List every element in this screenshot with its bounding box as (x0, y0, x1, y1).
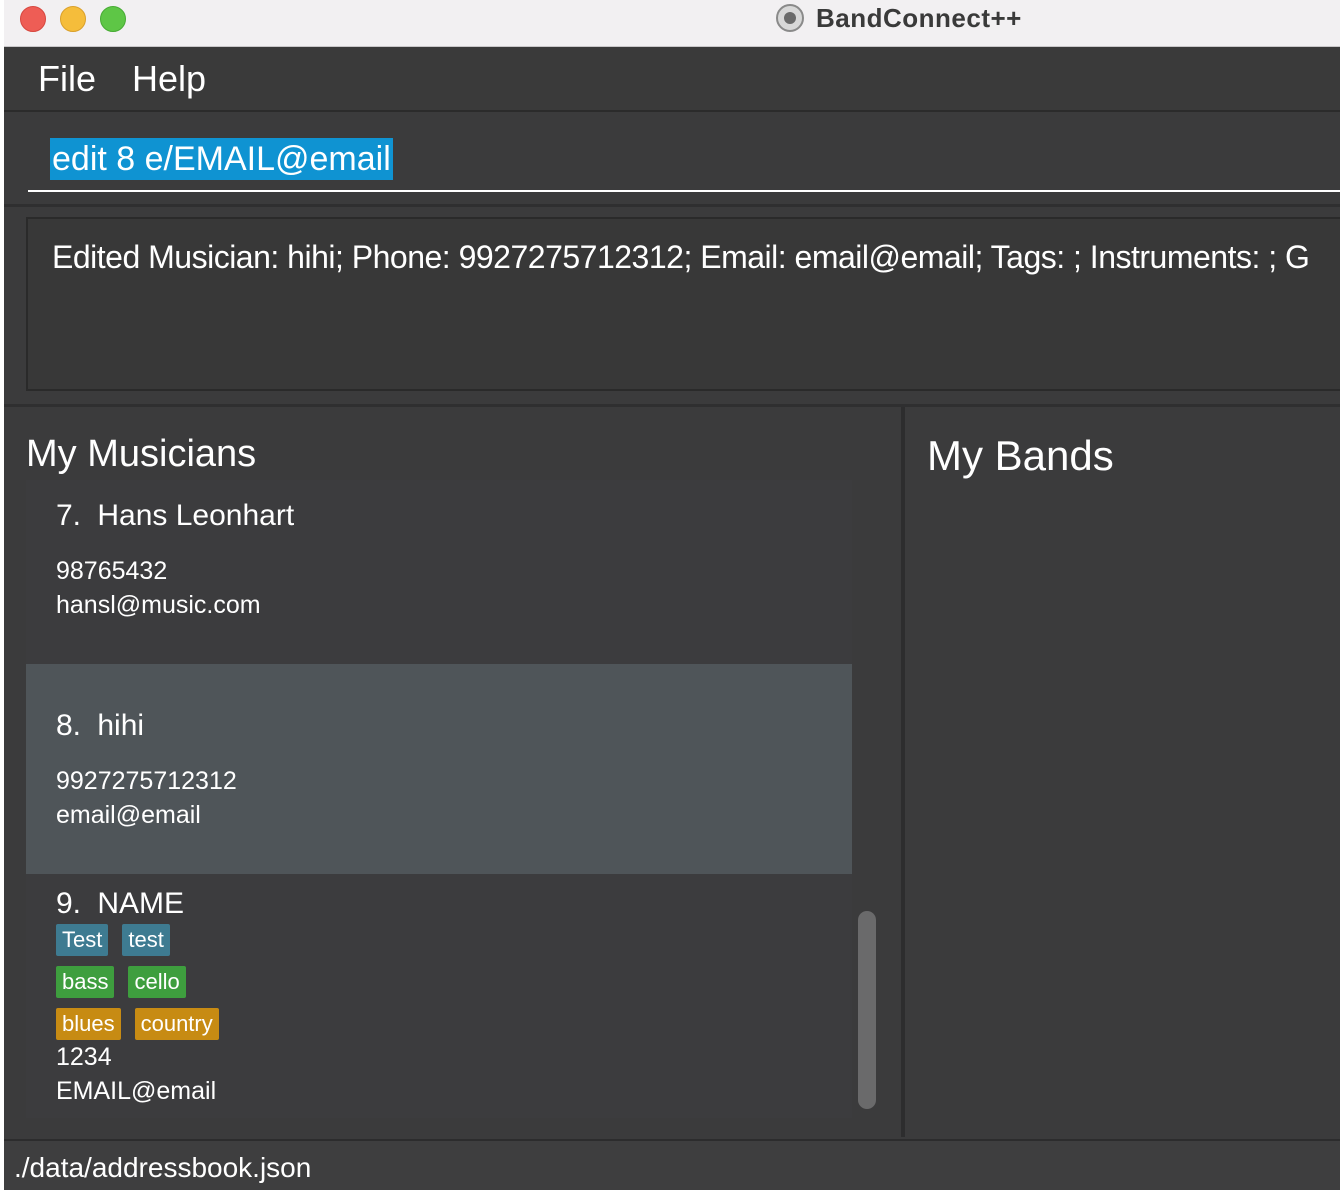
command-input-text: edit 8 e/EMAIL@email (50, 138, 393, 180)
title-bar: BandConnect++ (4, 0, 1340, 47)
result-message: Edited Musician: hihi; Phone: 9927275712… (52, 239, 1310, 275)
musician-card[interactable]: 9. NAME Test test bass cello blues count… (26, 874, 852, 1118)
command-box: edit 8 e/EMAIL@email (4, 112, 1340, 207)
musician-index: 7. (56, 499, 82, 532)
musician-list-title: My Musicians (26, 433, 257, 475)
musician-name: NAME (97, 887, 185, 920)
musician-email: email@email (56, 801, 201, 829)
maximize-window-button[interactable] (100, 6, 126, 32)
band-panel: My Bands (905, 407, 1340, 1137)
window-title: BandConnect++ (816, 2, 1022, 33)
musician-phone: 1234 (56, 1043, 112, 1071)
musician-panel: My Musicians 7. Hans Leonhart 98765432 h… (4, 407, 905, 1137)
musician-tags: Test test (56, 924, 184, 956)
genre-badge: country (134, 1008, 219, 1040)
status-bar: ./data/addressbook.json (4, 1139, 1340, 1190)
tag-badge: Test (56, 924, 109, 956)
musician-name: Hans Leonhart (97, 499, 295, 532)
window-title-group: BandConnect++ (776, 2, 1022, 34)
result-display: Edited Musician: hihi; Phone: 9927275712… (4, 207, 1340, 407)
musician-name-row: 9. NAME (56, 886, 184, 922)
band-list-title: My Bands (927, 432, 1114, 479)
musician-index: 8. (56, 709, 82, 742)
musician-email: EMAIL@email (56, 1077, 217, 1105)
menu-bar: File Help (4, 47, 1340, 112)
instrument-badge: cello (128, 966, 186, 998)
musician-name-row: 8. hihi (56, 708, 144, 744)
app-logo-icon (776, 4, 804, 32)
musician-genres: blues country (56, 1008, 233, 1040)
save-file-path: ./data/addressbook.json (14, 1152, 312, 1183)
musician-name: hihi (97, 709, 145, 742)
genre-badge: blues (56, 1008, 121, 1040)
scrollbar-thumb[interactable] (858, 911, 876, 1109)
musician-card-selected[interactable]: 8. hihi 9927275712312 email@email (26, 664, 852, 874)
instrument-badge: bass (56, 966, 115, 998)
close-window-button[interactable] (20, 6, 46, 32)
tag-badge: test (122, 924, 170, 956)
menu-help[interactable]: Help (132, 57, 206, 101)
musician-card[interactable]: 7. Hans Leonhart 98765432 hansl@music.co… (26, 480, 852, 664)
musician-email: hansl@music.com (56, 591, 261, 619)
menu-file[interactable]: File (38, 57, 96, 101)
app-window: BandConnect++ File Help edit 8 e/EMAIL@e… (4, 0, 1340, 1190)
result-box[interactable]: Edited Musician: hihi; Phone: 9927275712… (26, 217, 1340, 391)
musician-instruments: bass cello (56, 966, 200, 998)
minimize-window-button[interactable] (60, 6, 86, 32)
musician-name-row: 7. Hans Leonhart (56, 498, 294, 534)
musician-phone: 98765432 (56, 557, 168, 585)
musician-list[interactable]: 7. Hans Leonhart 98765432 hansl@music.co… (26, 480, 852, 1118)
command-input[interactable]: edit 8 e/EMAIL@email (28, 126, 1340, 192)
musician-phone: 9927275712312 (56, 767, 237, 795)
musician-list-scrollbar[interactable] (856, 907, 878, 1115)
musician-index: 9. (56, 887, 82, 920)
